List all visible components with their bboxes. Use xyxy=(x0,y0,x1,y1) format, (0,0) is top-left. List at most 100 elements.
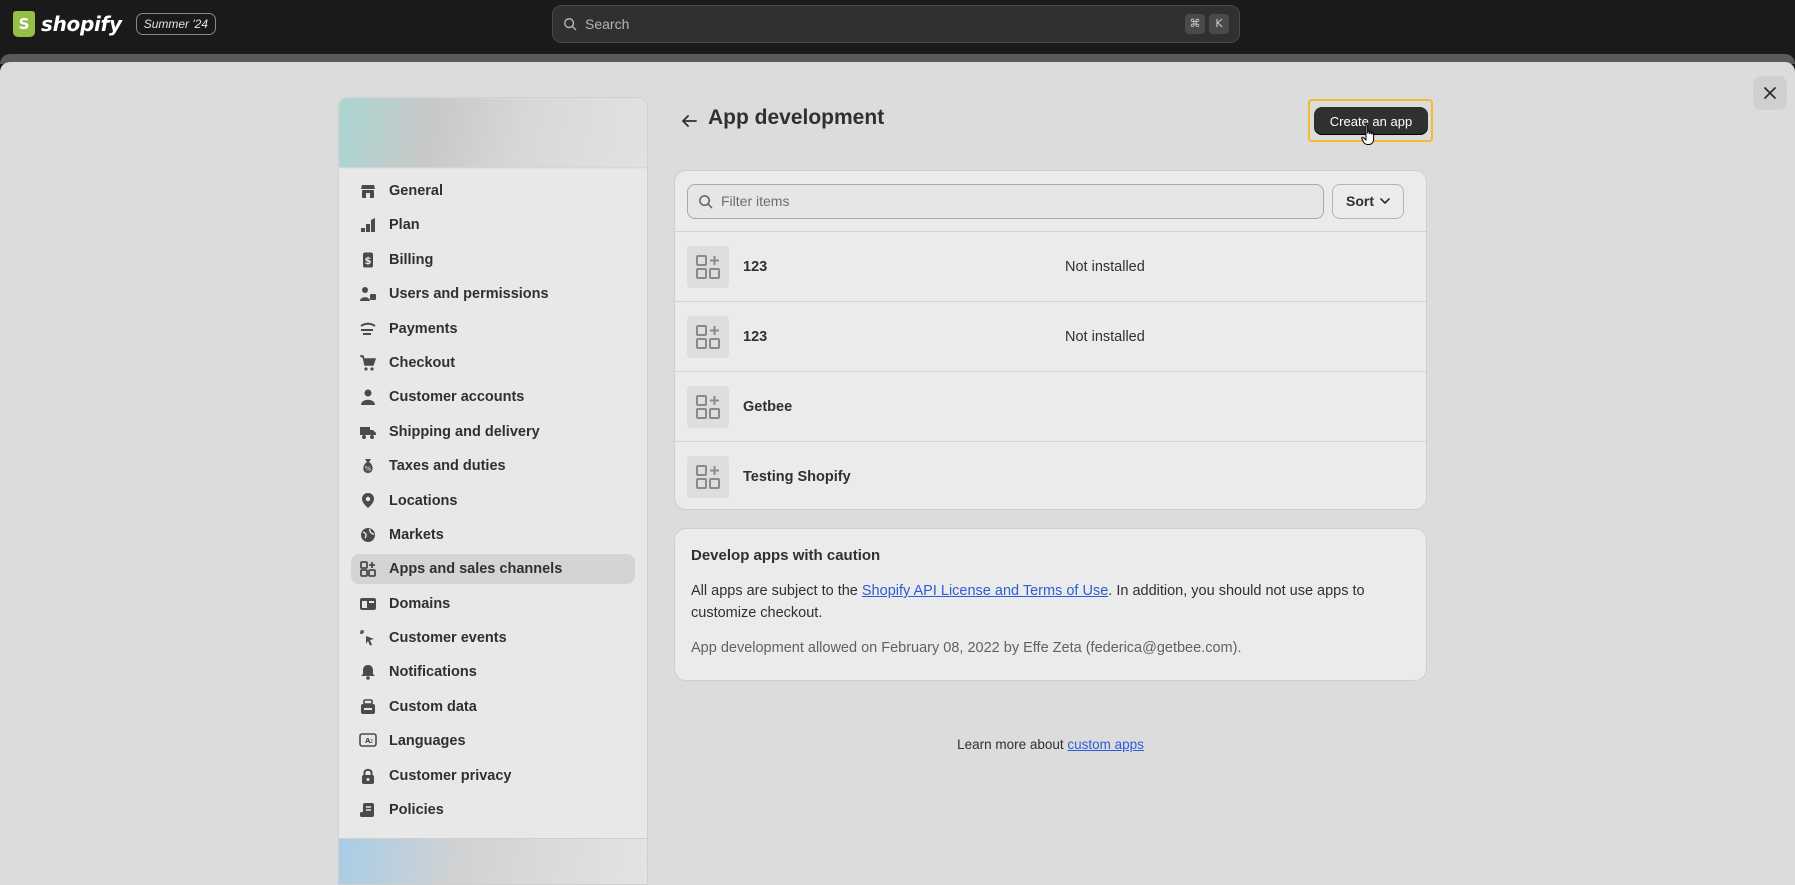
top-bar: S shopify Summer '24 ⌘ K xyxy=(0,0,1795,48)
sidebar-item-label: General xyxy=(389,183,443,199)
page-title: App development xyxy=(708,106,885,129)
sidebar-item-plan[interactable]: Plan xyxy=(351,210,635,240)
apps-add-icon xyxy=(696,324,720,349)
sidebar-item-label: Customer privacy xyxy=(389,767,512,784)
apps-list-card: Sort 123Not installed123Not installedGet… xyxy=(674,170,1427,510)
sidebar-item-custom-data[interactable]: Custom data xyxy=(351,692,635,722)
filter-bar: Sort xyxy=(675,171,1426,232)
language-icon: Az xyxy=(359,732,377,750)
apps-add-icon xyxy=(696,254,720,279)
api-terms-link[interactable]: Shopify API License and Terms of Use xyxy=(862,583,1108,599)
edition-badge[interactable]: Summer '24 xyxy=(135,13,217,35)
sort-label: Sort xyxy=(1346,193,1374,209)
shortcut-key-cmd: ⌘ xyxy=(1185,14,1205,34)
close-icon xyxy=(1764,87,1776,99)
sidebar-item-policies[interactable]: Policies xyxy=(351,795,635,825)
bell-icon xyxy=(359,663,377,681)
sidebar-footer[interactable] xyxy=(339,838,647,884)
apps-add-icon xyxy=(696,465,720,489)
lock-icon xyxy=(359,767,377,785)
sidebar-item-label: Policies xyxy=(389,802,444,819)
custom-apps-link[interactable]: custom apps xyxy=(1067,737,1144,752)
sidebar-item-label: Checkout xyxy=(389,354,456,371)
sidebar-item-label: Users and permissions xyxy=(389,286,549,303)
tax-icon: % xyxy=(359,457,377,475)
close-settings-button[interactable] xyxy=(1753,76,1787,110)
person-icon xyxy=(359,388,377,406)
svg-text:$: $ xyxy=(365,256,372,267)
users-icon xyxy=(359,285,377,303)
sidebar-item-label: Custom data xyxy=(389,698,477,715)
sidebar-item-label: Apps and sales channels xyxy=(389,561,563,578)
sidebar-item-customer-events[interactable]: Customer events xyxy=(351,623,635,653)
sidebar-item-domains[interactable]: Domains xyxy=(351,589,635,619)
app-row[interactable]: Testing Shopify xyxy=(675,442,1426,509)
sidebar-item-apps-and-sales-channels[interactable]: Apps and sales channels xyxy=(351,554,635,585)
billing-icon: $ xyxy=(359,251,377,269)
sidebar-item-label: Locations xyxy=(389,492,458,509)
sidebar-item-general[interactable]: General xyxy=(351,176,635,206)
location-icon xyxy=(359,492,377,510)
app-row[interactable]: Getbee xyxy=(675,372,1426,442)
back-button[interactable] xyxy=(678,110,700,132)
sidebar-item-customer-privacy[interactable]: Customer privacy xyxy=(351,761,635,791)
apps-icon xyxy=(359,560,377,578)
sidebar-item-languages[interactable]: Az Languages xyxy=(351,726,635,756)
filter-input[interactable] xyxy=(721,193,1313,209)
cursor-click-icon xyxy=(359,629,377,647)
cart-icon xyxy=(359,354,377,372)
sidebar-item-label: Notifications xyxy=(389,664,477,681)
sidebar-item-label: Domains xyxy=(389,595,451,612)
caution-title: Develop apps with caution xyxy=(691,547,881,564)
global-search-input[interactable] xyxy=(585,16,1181,32)
sidebar-item-notifications[interactable]: Notifications xyxy=(351,657,635,687)
sidebar-item-label: Markets xyxy=(389,526,444,543)
filter-field[interactable] xyxy=(687,183,1324,219)
hand-pointer-cursor-icon xyxy=(1361,124,1375,145)
app-name[interactable]: Getbee xyxy=(743,399,1065,415)
logo-text: shopify xyxy=(41,12,122,36)
app-placeholder-icon xyxy=(687,245,729,288)
settings-sidebar: General Plan $ Billing Users and permissions… xyxy=(338,97,648,885)
sidebar-item-users-and-permissions[interactable]: Users and permissions xyxy=(351,279,635,309)
sidebar-item-label: Customer events xyxy=(389,630,507,647)
sidebar-item-label: Taxes and duties xyxy=(389,458,506,475)
chevron-down-icon xyxy=(1380,197,1390,204)
app-row[interactable]: 123 Not installed xyxy=(675,232,1426,302)
settings-nav: General Plan $ Billing Users and permissions… xyxy=(339,168,647,837)
sidebar-item-label: Customer accounts xyxy=(389,389,525,406)
shopify-logo[interactable]: S shopify Summer '24 xyxy=(13,11,217,37)
sidebar-item-locations[interactable]: Locations xyxy=(351,486,635,516)
custom-data-icon xyxy=(359,698,377,716)
sidebar-item-customer-accounts[interactable]: Customer accounts xyxy=(351,382,635,412)
sidebar-item-shipping-and-delivery[interactable]: Shipping and delivery xyxy=(351,417,635,447)
sidebar-item-label: Shipping and delivery xyxy=(389,423,540,440)
app-status: Not installed xyxy=(1065,328,1145,345)
app-name[interactable]: 123 xyxy=(743,259,1065,275)
app-placeholder-icon xyxy=(687,456,729,498)
app-name[interactable]: 123 xyxy=(743,329,1065,345)
app-rows: 123 Not installed 123 Not installed Getbee Te… xyxy=(675,232,1426,509)
caution-card: Develop apps with caution All apps are s… xyxy=(674,528,1427,681)
sidebar-item-label: Plan xyxy=(389,217,420,234)
shopify-bag-icon: S xyxy=(13,11,35,37)
app-name[interactable]: Testing Shopify xyxy=(743,469,1065,485)
svg-text:%: % xyxy=(365,465,372,473)
sidebar-item-checkout[interactable]: Checkout xyxy=(351,348,635,378)
truck-icon xyxy=(359,423,377,441)
store-header[interactable] xyxy=(339,98,647,168)
app-row[interactable]: 123 Not installed xyxy=(675,302,1426,372)
sort-button[interactable]: Sort xyxy=(1332,183,1404,219)
global-search[interactable]: ⌘ K xyxy=(552,5,1240,43)
sidebar-item-taxes-and-duties[interactable]: % Taxes and duties xyxy=(351,451,635,481)
store-icon xyxy=(359,182,377,200)
sidebar-item-payments[interactable]: Payments xyxy=(351,314,635,344)
sidebar-item-billing[interactable]: $ Billing xyxy=(351,245,635,275)
globe-icon xyxy=(359,526,377,544)
app-status: Not installed xyxy=(1065,258,1145,275)
learn-more: Learn more about custom apps xyxy=(957,737,1144,752)
domains-icon xyxy=(359,595,377,613)
payments-icon xyxy=(359,320,377,338)
sidebar-item-markets[interactable]: Markets xyxy=(351,520,635,550)
sidebar-item-label: Billing xyxy=(389,251,434,268)
